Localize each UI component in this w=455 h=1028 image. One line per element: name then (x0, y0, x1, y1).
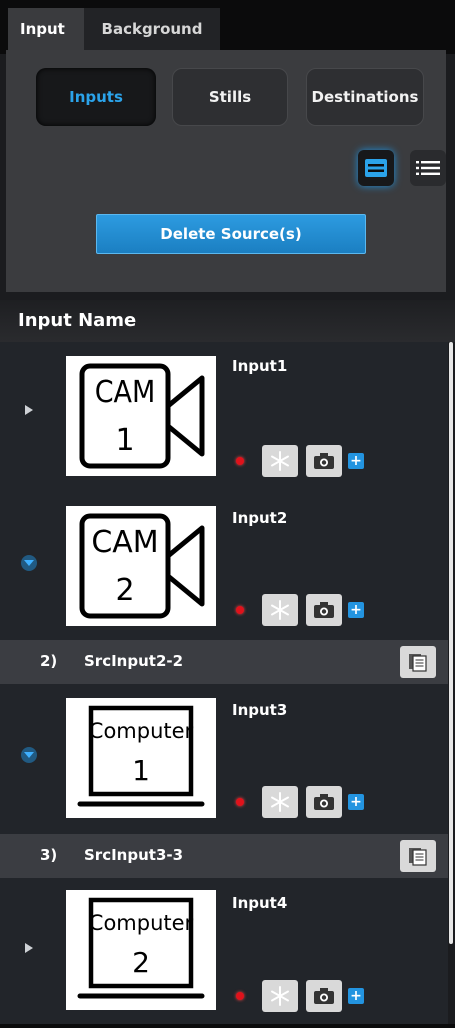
snapshot-button[interactable] (306, 594, 342, 626)
list-view-icon (416, 161, 440, 175)
thumbnail-number: 2 (115, 573, 134, 608)
copy-pages-icon (409, 654, 427, 672)
source-number: 2) (40, 652, 58, 670)
delete-sources-button[interactable]: Delete Source(s) (96, 214, 366, 254)
thumbnail-number: 1 (132, 754, 150, 787)
source-row[interactable]: 2) SrcInput2-2 (0, 640, 448, 684)
collapse-arrow-icon[interactable] (18, 744, 40, 766)
copy-source-button[interactable] (400, 646, 436, 678)
tab-bar: Input Background (0, 0, 455, 54)
snowflake-icon (271, 986, 289, 1006)
add-source-button[interactable]: + (348, 794, 364, 810)
input-name: Input4 (232, 894, 288, 912)
copy-pages-icon (409, 848, 427, 866)
live-indicator-icon (236, 606, 244, 614)
copy-source-button[interactable] (400, 840, 436, 872)
camera-icon: CAM 1 (79, 363, 205, 469)
live-indicator-icon (236, 992, 244, 1000)
camera-snapshot-icon (314, 794, 334, 810)
input-name: Input3 (232, 701, 288, 719)
thumbnail-label: CAM (91, 525, 158, 560)
add-source-button[interactable]: + (348, 602, 364, 618)
grid-view-button[interactable] (358, 150, 394, 186)
expand-arrow-icon[interactable] (18, 937, 40, 959)
snapshot-button[interactable] (306, 786, 342, 818)
snapshot-button[interactable] (306, 980, 342, 1012)
snowflake-icon (271, 792, 289, 812)
input-name-column-header[interactable]: Input Name (0, 300, 455, 342)
snowflake-icon (271, 451, 289, 471)
vertical-scrollbar[interactable] (449, 342, 453, 944)
freeze-button[interactable] (262, 980, 298, 1012)
camera-icon: CAM 2 (79, 513, 205, 619)
grid-view-icon (365, 159, 387, 177)
freeze-button[interactable] (262, 786, 298, 818)
source-row[interactable]: 3) SrcInput3-3 (0, 834, 448, 878)
add-source-button[interactable]: + (348, 988, 364, 1004)
laptop-icon: Computer 1 (77, 705, 205, 807)
input-name: Input1 (232, 357, 288, 375)
add-source-button[interactable]: + (348, 453, 364, 469)
destinations-segment-button[interactable]: Destinations (306, 68, 424, 126)
input-thumbnail[interactable]: CAM 1 (66, 356, 216, 476)
stills-segment-button[interactable]: Stills (172, 68, 288, 126)
input-thumbnail[interactable]: CAM 2 (66, 506, 216, 626)
input-name: Input2 (232, 509, 288, 527)
live-indicator-icon (236, 457, 244, 465)
camera-snapshot-icon (314, 988, 334, 1004)
input-thumbnail[interactable]: Computer 1 (66, 698, 216, 818)
thumbnail-label: Computer (89, 911, 194, 935)
tab-input[interactable]: Input (8, 8, 84, 50)
laptop-icon: Computer 2 (77, 897, 205, 999)
source-name: SrcInput3-3 (84, 846, 184, 864)
expand-arrow-icon[interactable] (18, 399, 40, 421)
thumbnail-label: Computer (89, 719, 194, 743)
list-view-button[interactable] (410, 150, 446, 186)
source-number: 3) (40, 846, 58, 864)
live-indicator-icon (236, 798, 244, 806)
snapshot-button[interactable] (306, 445, 342, 477)
camera-snapshot-icon (314, 453, 334, 469)
thumbnail-number: 1 (115, 423, 134, 458)
inputs-segment-button[interactable]: Inputs (36, 68, 156, 126)
freeze-button[interactable] (262, 594, 298, 626)
camera-snapshot-icon (314, 602, 334, 618)
thumbnail-number: 2 (132, 946, 150, 979)
collapse-arrow-icon[interactable] (18, 552, 40, 574)
thumbnail-label: CAM (95, 375, 156, 410)
tab-background[interactable]: Background (84, 8, 220, 50)
input-thumbnail[interactable]: Computer 2 (66, 890, 216, 1010)
bottom-border (0, 1024, 455, 1028)
source-name: SrcInput2-2 (84, 652, 184, 670)
snowflake-icon (271, 600, 289, 620)
freeze-button[interactable] (262, 445, 298, 477)
